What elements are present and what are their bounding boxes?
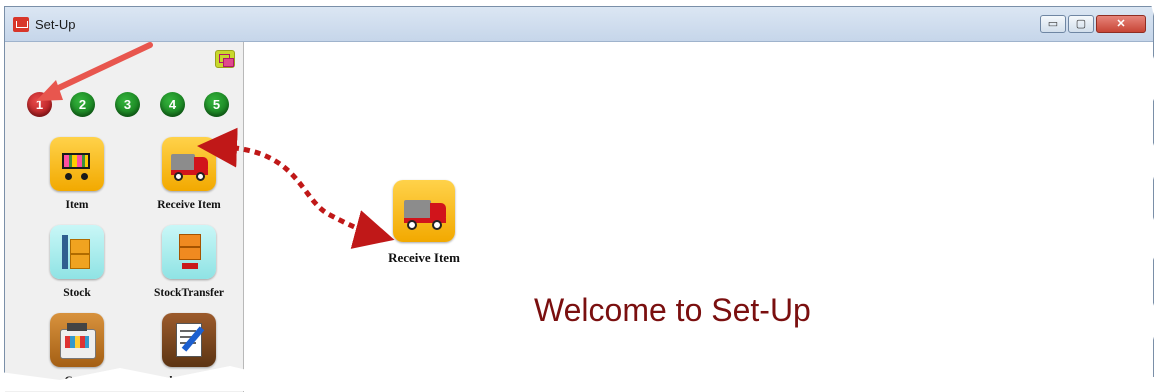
stock-transfer-icon: [162, 225, 216, 279]
sidebar: 1 2 3 4 5 Item Receive Item Stock StockT…: [5, 42, 244, 392]
page-2-button[interactable]: 2: [70, 92, 95, 117]
window-title: Set-Up: [35, 17, 76, 32]
tile-item[interactable]: Item: [27, 137, 127, 211]
welcome-heading: Welcome to Set-Up: [534, 292, 811, 328]
close-button[interactable]: ✕: [1096, 15, 1146, 33]
tile-stock[interactable]: Stock: [27, 225, 127, 299]
tile-label: Item: [65, 199, 89, 211]
shopping-cart-icon: [50, 137, 104, 191]
page-1-button[interactable]: 1: [27, 92, 52, 117]
maximize-button[interactable]: ▢: [1068, 15, 1094, 33]
minimize-button[interactable]: ▭: [1040, 15, 1066, 33]
tile-label: Sales Invoice: [157, 375, 221, 387]
sales-invoice-icon: [162, 313, 216, 367]
main-content: Receive Item Welcome to Set-Up: [244, 42, 1153, 390]
title-bar: Set-Up ▭ ▢ ✕: [5, 7, 1153, 42]
tile-receive-item[interactable]: Receive Item: [139, 137, 239, 211]
switch-view-icon[interactable]: [215, 50, 235, 68]
featured-tile-label: Receive Item: [388, 250, 460, 265]
tile-stock-transfer[interactable]: StockTransfer: [139, 225, 239, 299]
page-4-button[interactable]: 4: [160, 92, 185, 117]
tile-sales-invoice[interactable]: Sales Invoice: [139, 313, 239, 387]
tile-label: Cash: [64, 375, 90, 387]
page-5-button[interactable]: 5: [204, 92, 229, 117]
tile-label: StockTransfer: [153, 287, 225, 299]
tile-label: Stock: [63, 287, 91, 299]
stock-shelf-icon: [50, 225, 104, 279]
setup-window: Set-Up ▭ ▢ ✕ 1 2 3 4 5 Item Receive Item…: [4, 6, 1154, 392]
featured-tile-receive-item[interactable]: Receive Item: [364, 180, 484, 266]
delivery-truck-icon: [162, 137, 216, 191]
tile-label: Receive Item: [157, 199, 221, 211]
tile-cash[interactable]: Cash: [27, 313, 127, 387]
cash-register-icon: [50, 313, 104, 367]
shopping-cart-app-icon: [13, 17, 29, 32]
delivery-truck-icon: [393, 180, 455, 242]
page-3-button[interactable]: 3: [115, 92, 140, 117]
